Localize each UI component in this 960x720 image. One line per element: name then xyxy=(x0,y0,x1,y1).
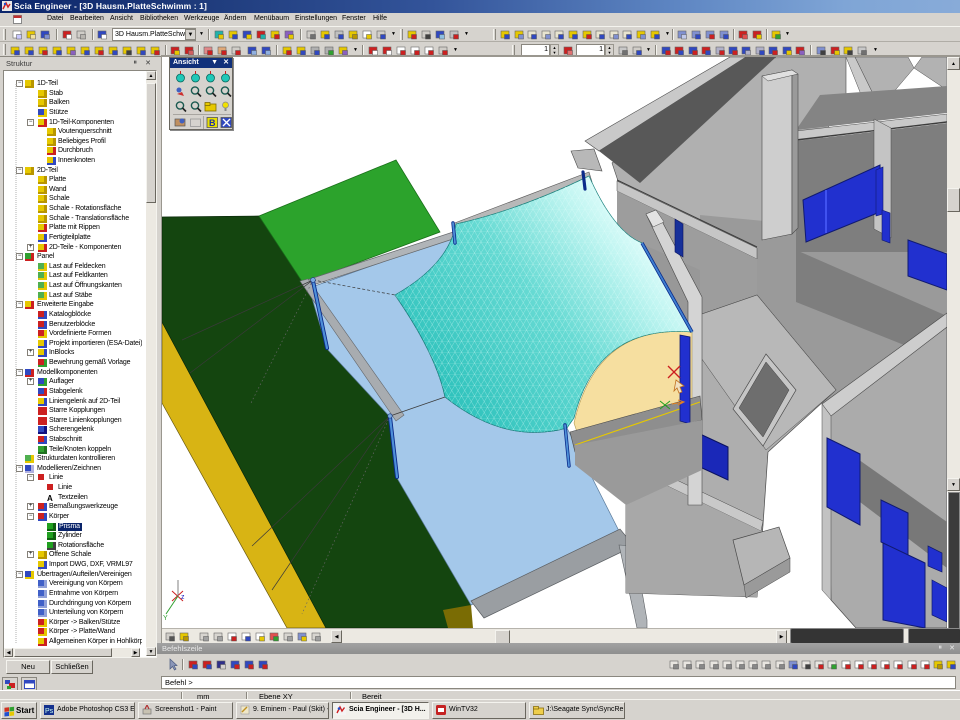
svg-text:B: B xyxy=(209,118,216,128)
svg-text:Ps: Ps xyxy=(45,708,54,715)
svg-text:z: z xyxy=(181,594,185,601)
svg-text:Y: Y xyxy=(163,615,168,622)
